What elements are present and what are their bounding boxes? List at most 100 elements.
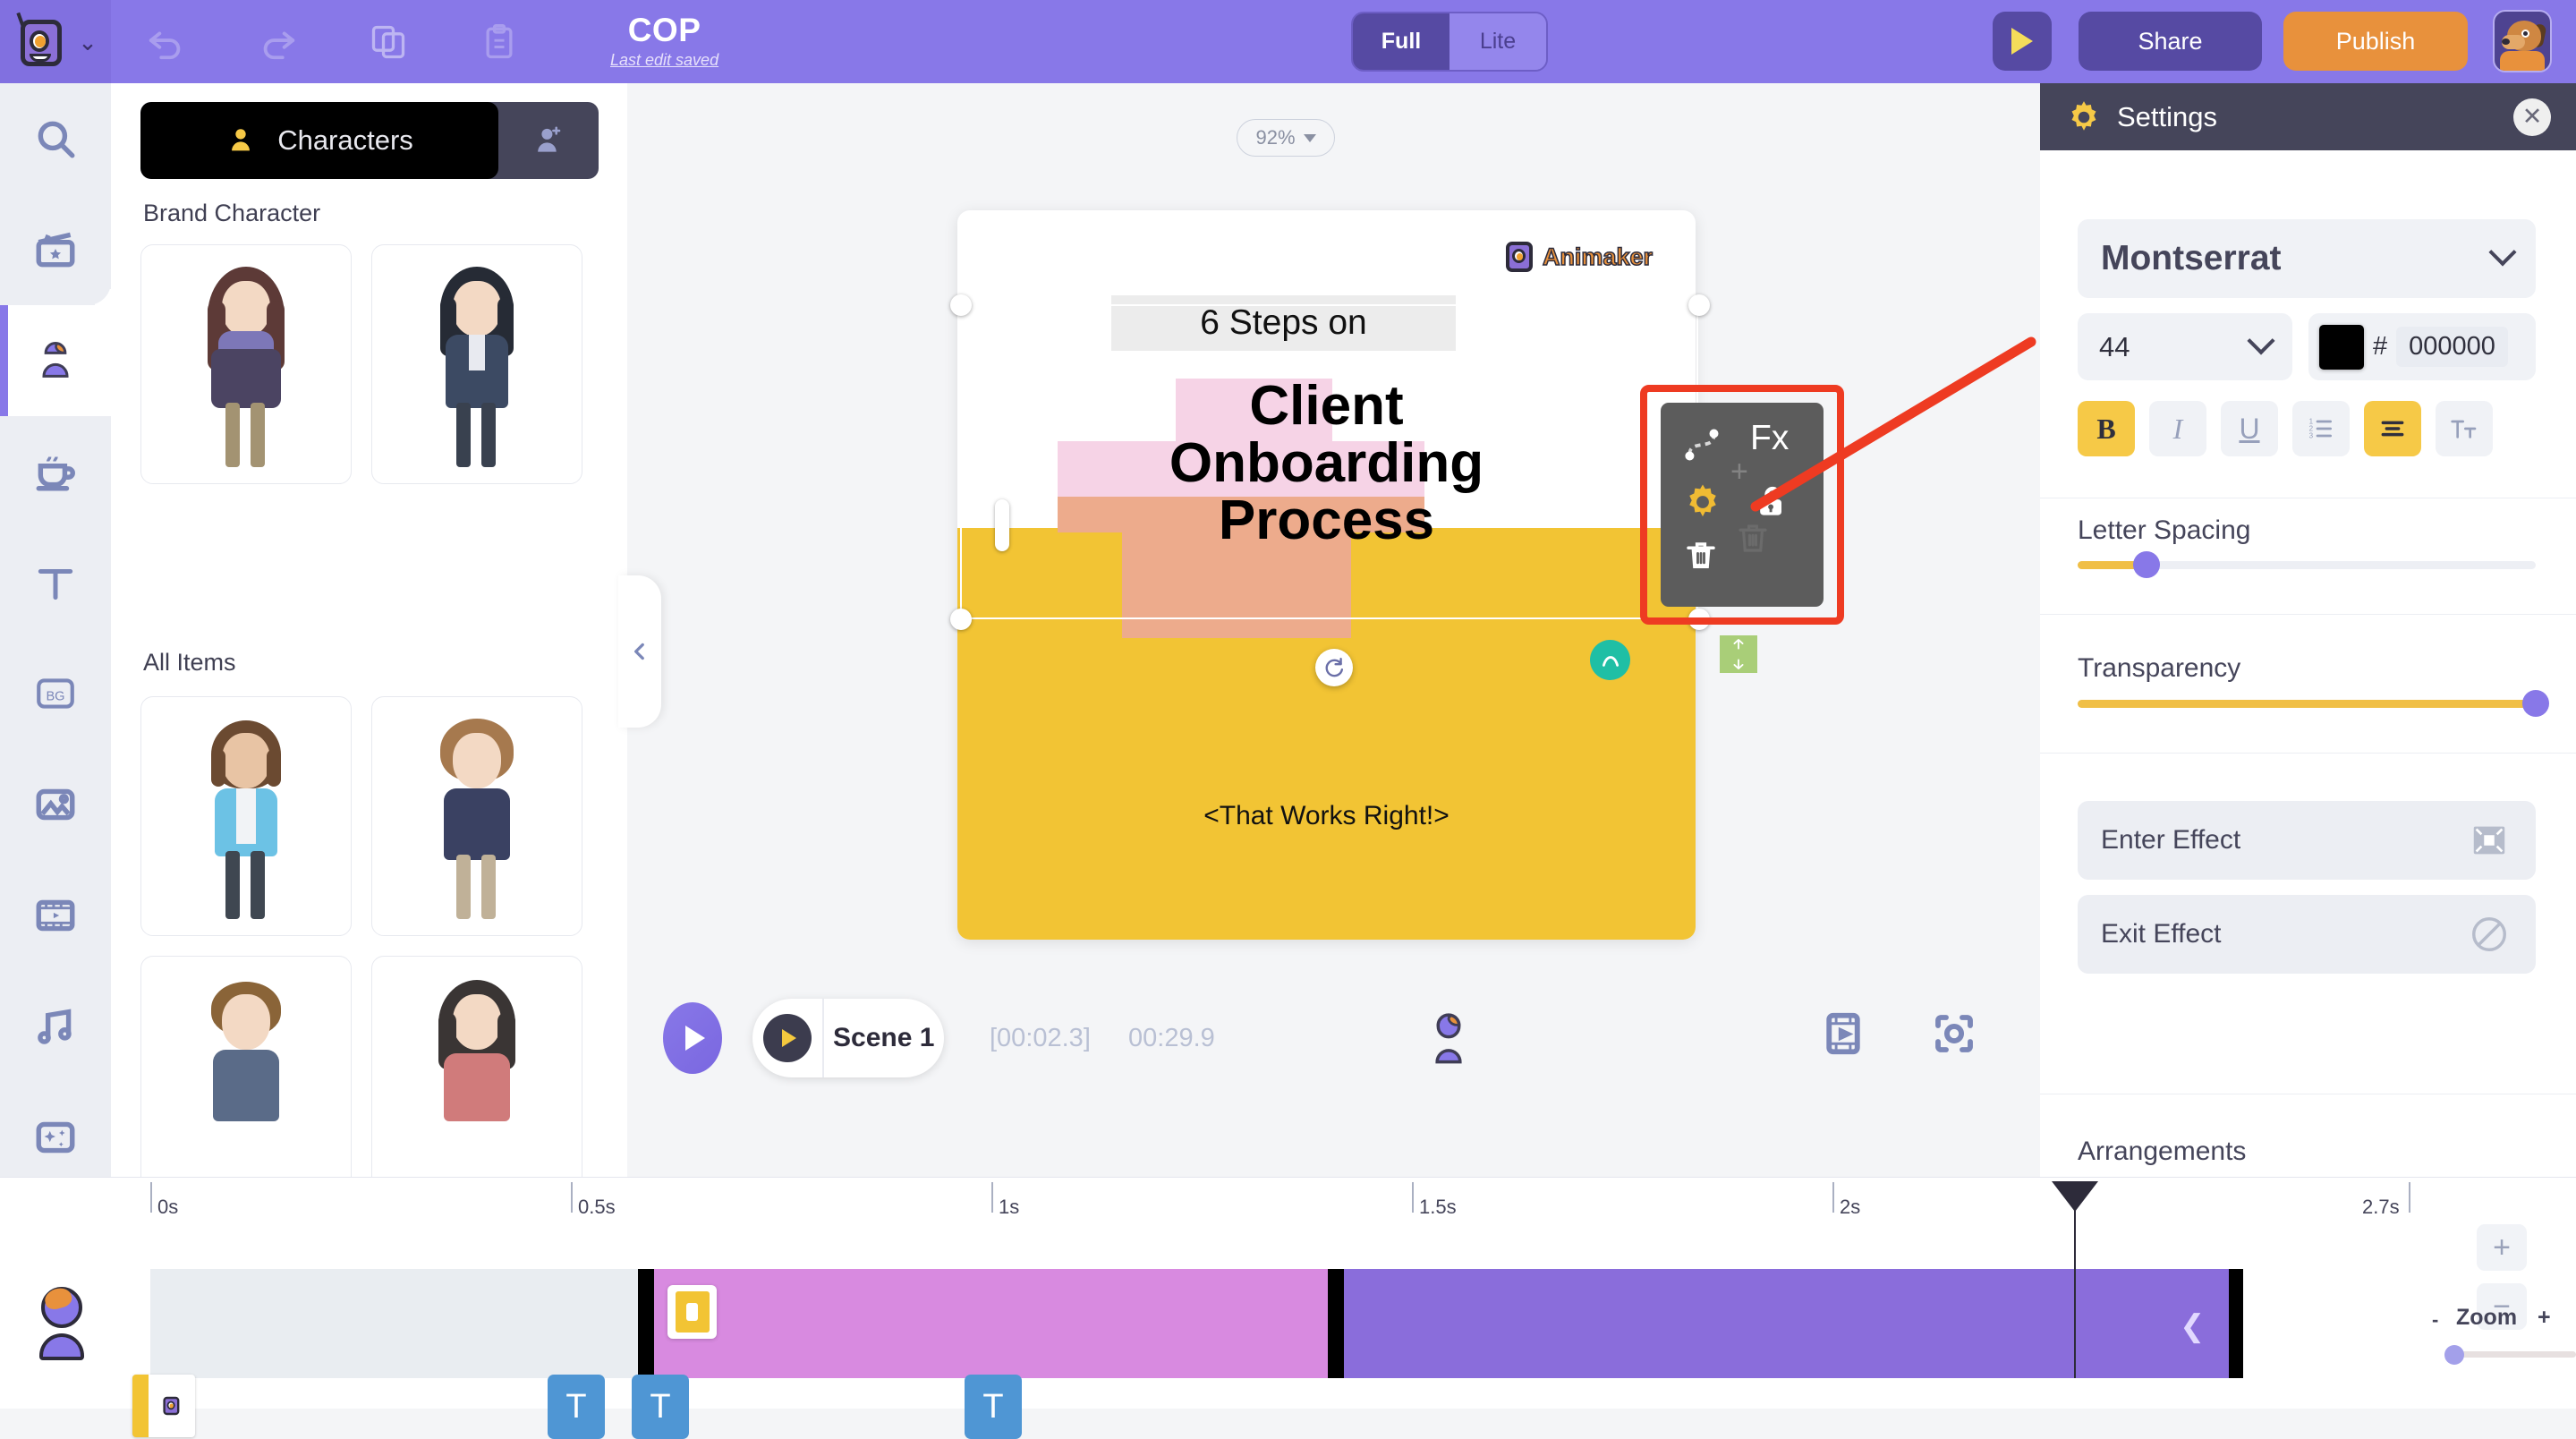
sidebar-item-music[interactable]	[0, 971, 111, 1082]
timeline-segment-empty[interactable]	[150, 1269, 638, 1378]
ruler-tick-label: 2.7s	[2362, 1196, 2400, 1218]
project-title-block[interactable]: COP Last edit saved	[610, 13, 718, 70]
timeline-play-button[interactable]	[663, 1002, 722, 1074]
segment-divider[interactable]	[638, 1269, 654, 1378]
timeline-segment-enter[interactable]	[654, 1269, 1328, 1378]
font-size-select[interactable]: 44	[2078, 313, 2292, 380]
avatar[interactable]	[2493, 10, 2552, 72]
tab-characters[interactable]: Characters	[140, 102, 498, 179]
slide-subtitle[interactable]: <That Works Right!>	[957, 801, 1696, 831]
panel-collapse-button[interactable]	[618, 575, 661, 728]
copy-icon	[371, 25, 405, 58]
timeline-asset-text[interactable]: T	[548, 1375, 605, 1439]
enter-effect-label: Enter Effect	[2101, 825, 2241, 855]
sidebar-item-search[interactable]	[0, 83, 111, 194]
resize-handle-top-left[interactable]	[950, 294, 972, 316]
divider	[2040, 614, 2576, 615]
italic-button[interactable]: I	[2149, 401, 2206, 456]
text-color-picker[interactable]: # 000000	[2308, 313, 2536, 380]
text-case-button[interactable]	[2436, 401, 2493, 456]
timeline-asset-text[interactable]: T	[965, 1375, 1022, 1439]
timeline-asset-text[interactable]: T	[632, 1375, 689, 1439]
highlight-annotation-box	[1640, 385, 1844, 625]
curve-handle[interactable]	[1590, 640, 1630, 680]
app-logo-button[interactable]: ⌄	[0, 0, 111, 83]
redo-icon	[263, 31, 295, 59]
exit-effect-row[interactable]: Exit Effect	[2078, 895, 2536, 974]
close-icon: ✕	[2521, 103, 2543, 130]
enter-effect-row[interactable]: Enter Effect	[2078, 801, 2536, 880]
close-settings-button[interactable]: ✕	[2513, 98, 2551, 136]
character-card[interactable]	[140, 956, 352, 1196]
mode-full-option[interactable]: Full	[1353, 13, 1450, 70]
bold-button[interactable]: B	[2078, 401, 2135, 456]
segment-divider[interactable]	[1328, 1269, 1344, 1378]
underline-button[interactable]: U	[2221, 401, 2278, 456]
letter-spacing-slider[interactable]	[2078, 551, 2536, 578]
sidebar-item-bg[interactable]: BG	[0, 638, 111, 749]
character-card[interactable]	[371, 696, 582, 936]
sidebar-item-video[interactable]	[0, 860, 111, 971]
mode-toggle[interactable]: Full Lite	[1351, 12, 1548, 72]
timeline-ruler[interactable]: 0s 0.5s 1s 1.5s 2s 2.7s	[0, 1178, 2576, 1224]
resize-handle-top-right[interactable]	[1688, 294, 1710, 316]
chevron-down-icon[interactable]: ⌄	[78, 30, 98, 54]
redo-button[interactable]	[222, 0, 333, 83]
paste-button[interactable]	[444, 0, 555, 83]
tab-add-character[interactable]	[498, 102, 599, 179]
video-track-button[interactable]	[1819, 1009, 1867, 1062]
publish-button[interactable]: Publish	[2283, 12, 2468, 71]
effects-sparkle-icon	[36, 1121, 75, 1154]
sidebar-item-characters[interactable]	[0, 282, 111, 416]
resize-handle-left-mid[interactable]	[995, 499, 1009, 551]
list-button[interactable]: 1 2 3	[2292, 401, 2350, 456]
letter-spacing-knob[interactable]	[2132, 551, 2160, 578]
rotate-button[interactable]	[1315, 649, 1353, 686]
zoom-increase-label[interactable]: +	[2538, 1305, 2551, 1331]
timeline-zoom-slider[interactable]	[2444, 1345, 2576, 1365]
sidebar-item-text[interactable]	[0, 527, 111, 638]
preview-play-button[interactable]	[1993, 12, 2052, 71]
segment-thumbnail[interactable]	[667, 1285, 717, 1339]
video-icon	[36, 899, 75, 932]
paste-icon	[486, 23, 513, 58]
vertical-resize-handle[interactable]	[1720, 635, 1757, 673]
gear-icon	[2071, 100, 2096, 131]
sidebar-item-props[interactable]	[0, 416, 111, 527]
segment-divider[interactable]	[2229, 1269, 2243, 1378]
timeline-segment-main[interactable]	[1344, 1269, 2243, 1378]
transparency-knob[interactable]	[2522, 690, 2549, 717]
character-track-button[interactable]	[1424, 1009, 1474, 1073]
chevron-down-icon	[2488, 238, 2517, 267]
resize-handle-bottom-left[interactable]	[950, 609, 972, 630]
canvas-zoom-selector[interactable]: 92%	[1237, 119, 1335, 157]
color-hex-input[interactable]: 000000	[2396, 327, 2508, 367]
chevron-left-icon[interactable]: ❮	[2180, 1308, 2206, 1344]
undo-button[interactable]	[111, 0, 222, 83]
mode-lite-option[interactable]: Lite	[1450, 13, 1546, 70]
character-card[interactable]	[371, 244, 582, 484]
fit-frame-button[interactable]	[1930, 1009, 1978, 1062]
zoom-decrease-label[interactable]: -	[2432, 1308, 2438, 1332]
sidebar-item-image[interactable]	[0, 749, 111, 860]
timeline-zoom-in-button[interactable]: +	[2477, 1224, 2527, 1271]
transparency-slider[interactable]	[2078, 690, 2549, 717]
playhead[interactable]	[2052, 1181, 2098, 1378]
tab-characters-label: Characters	[277, 124, 413, 156]
timeline-zoom-knob[interactable]	[2444, 1345, 2464, 1365]
share-button[interactable]: Share	[2079, 12, 2262, 71]
scene-chip[interactable]: Scene 1	[752, 999, 944, 1077]
track-character-avatar[interactable]	[32, 1285, 91, 1360]
character-card[interactable]	[371, 956, 582, 1196]
text-case-icon	[2451, 420, 2477, 439]
character-card[interactable]	[140, 696, 352, 936]
text-icon: T	[565, 1387, 587, 1426]
copy-button[interactable]	[333, 0, 444, 83]
align-center-button[interactable]	[2364, 401, 2421, 456]
timeline-asset-logo[interactable]	[132, 1375, 195, 1437]
character-card[interactable]	[140, 244, 352, 484]
person-icon	[232, 129, 251, 151]
color-swatch[interactable]	[2319, 324, 2364, 370]
font-family-select[interactable]: Montserrat	[2078, 219, 2536, 298]
scene-play-button[interactable]	[763, 1014, 812, 1062]
